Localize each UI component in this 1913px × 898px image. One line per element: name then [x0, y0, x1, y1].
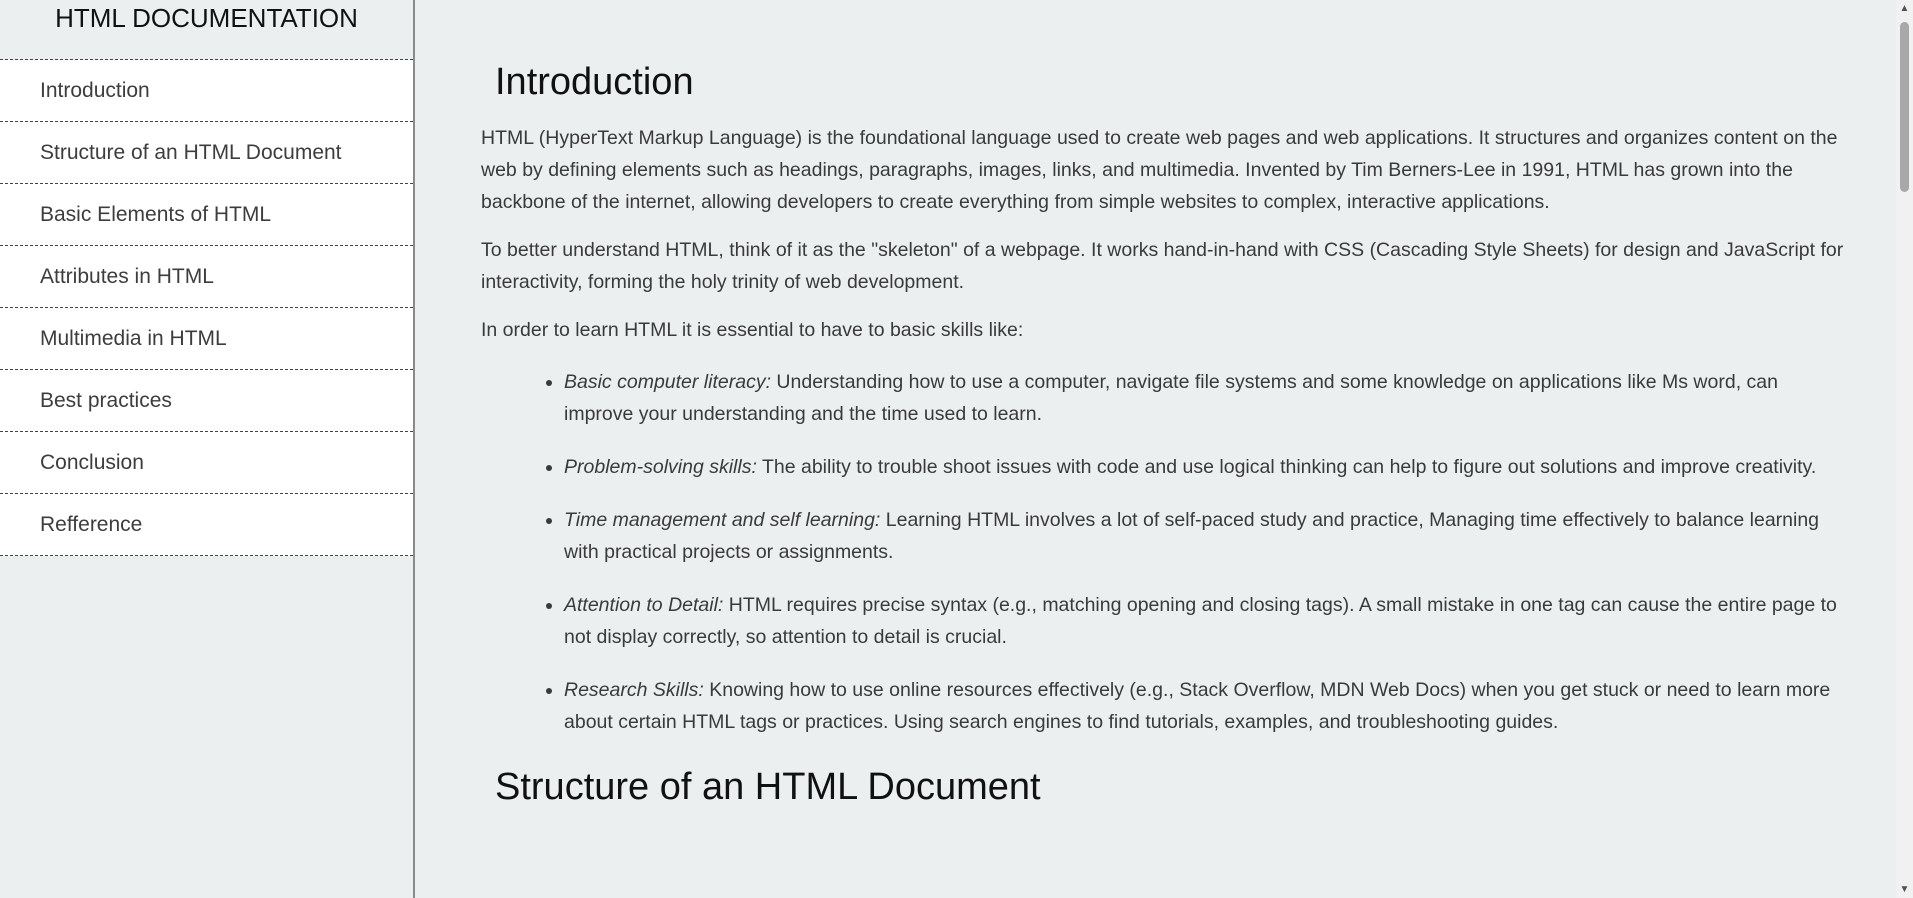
section-title-introduction: Introduction	[495, 61, 694, 103]
nav-item-best-practices: Best practices	[0, 370, 413, 432]
nav-item-introduction: Introduction	[0, 60, 413, 122]
nav-link-introduction[interactable]: Introduction	[0, 60, 413, 122]
skill-term: Attention to Detail:	[564, 594, 724, 616]
list-item: Time management and self learning: Learn…	[564, 504, 1851, 568]
section-introduction: Introduction HTML (HyperText Markup Lang…	[481, 58, 1851, 738]
intro-paragraph-1: HTML (HyperText Markup Language) is the …	[481, 127, 1838, 213]
nav-item-refference: Refference	[0, 494, 413, 556]
skill-term: Time management and self learning:	[564, 509, 881, 531]
intro-paragraph-3: In order to learn HTML it is essential t…	[481, 319, 1024, 341]
vertical-scrollbar[interactable]: ▲ ▼	[1896, 0, 1913, 898]
scroll-up-icon[interactable]: ▲	[1896, 0, 1913, 17]
scroll-thumb[interactable]	[1900, 22, 1909, 192]
nav-item-multimedia: Multimedia in HTML	[0, 308, 413, 370]
navbar: HTML DOCUMENTATION Introduction Structur…	[0, 0, 415, 898]
nav-item-conclusion: Conclusion	[0, 432, 413, 494]
skill-text: HTML requires precise syntax (e.g., matc…	[564, 594, 1837, 648]
list-item: Problem-solving skills: The ability to t…	[564, 451, 1851, 483]
nav-link-basic-elements[interactable]: Basic Elements of HTML	[0, 184, 413, 246]
nav-item-attributes: Attributes in HTML	[0, 246, 413, 308]
section-structure: Structure of an HTML Document	[481, 763, 1851, 811]
nav-item-structure: Structure of an HTML Document	[0, 122, 413, 184]
nav-link-best-practices[interactable]: Best practices	[0, 370, 413, 432]
list-item: Basic computer literacy: Understanding h…	[564, 366, 1851, 430]
skill-text: The ability to trouble shoot issues with…	[756, 456, 1817, 478]
intro-paragraph-2: To better understand HTML, think of it a…	[481, 239, 1844, 293]
nav-link-refference[interactable]: Refference	[0, 494, 413, 556]
skill-term: Basic computer literacy:	[564, 371, 771, 393]
skills-list: Basic computer literacy: Understanding h…	[481, 366, 1851, 738]
skill-term: Research Skills:	[564, 679, 704, 701]
nav-item-basic-elements: Basic Elements of HTML	[0, 184, 413, 246]
list-item: Research Skills: Knowing how to use onli…	[564, 674, 1851, 738]
scroll-down-icon[interactable]: ▼	[1896, 881, 1913, 898]
navbar-header: HTML DOCUMENTATION	[0, 0, 413, 60]
main-content: Introduction HTML (HyperText Markup Lang…	[415, 0, 1896, 898]
skill-text: Knowing how to use online resources effe…	[564, 679, 1831, 733]
list-item: Attention to Detail: HTML requires preci…	[564, 589, 1851, 653]
nav-list: Introduction Structure of an HTML Docume…	[0, 60, 413, 556]
skill-term: Problem-solving skills:	[564, 456, 757, 478]
nav-link-attributes[interactable]: Attributes in HTML	[0, 246, 413, 308]
nav-link-conclusion[interactable]: Conclusion	[0, 432, 413, 494]
nav-link-multimedia[interactable]: Multimedia in HTML	[0, 308, 413, 370]
section-title-structure: Structure of an HTML Document	[495, 766, 1041, 808]
nav-link-structure[interactable]: Structure of an HTML Document	[0, 122, 413, 184]
